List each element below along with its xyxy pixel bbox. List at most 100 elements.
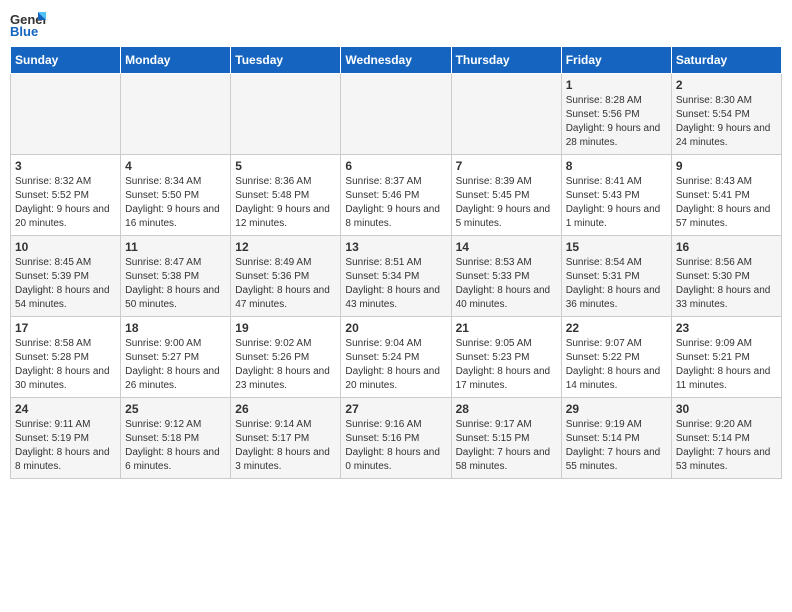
day-number: 28 [456, 402, 557, 416]
day-number: 4 [125, 159, 226, 173]
calendar-cell: 19Sunrise: 9:02 AM Sunset: 5:26 PM Dayli… [231, 317, 341, 398]
calendar-cell: 17 Sunrise: 8:58 AM Sunset: 5:28 PM Dayli… [11, 317, 121, 398]
day-number: 25 [125, 402, 226, 416]
day-number: 14 [456, 240, 557, 254]
calendar-cell: 27 Sunrise: 9:16 AM Sunset: 5:16 PM Dayli… [341, 398, 451, 479]
day-info: Sunrise: 9:09 AM Sunset: 5:21 PM Dayligh… [676, 337, 777, 393]
day-number: 8 [566, 159, 667, 173]
day-info: Sunrise: 8:54 AM Sunset: 5:31 PM Dayligh… [566, 256, 667, 312]
calendar-cell: 22Sunrise: 9:07 AM Sunset: 5:22 PM Dayli… [561, 317, 671, 398]
day-info: Sunrise: 8:36 AM Sunset: 5:48 PM Dayligh… [235, 175, 336, 231]
calendar-cell: 24 Sunrise: 9:11 AM Sunset: 5:19 PM Dayli… [11, 398, 121, 479]
day-number: 30 [676, 402, 777, 416]
page-header: General Blue [10, 10, 782, 40]
day-info: Sunrise: 8:45 AM Sunset: 5:39 PM Dayligh… [15, 256, 116, 312]
calendar-cell: 11 Sunrise: 8:47 AM Sunset: 5:38 PM Dayli… [121, 236, 231, 317]
day-info: Sunrise: 8:51 AM Sunset: 5:34 PM Dayligh… [345, 256, 446, 312]
week-row-2: 10 Sunrise: 8:45 AM Sunset: 5:39 PM Dayli… [11, 236, 782, 317]
day-info: Sunrise: 8:37 AM Sunset: 5:46 PM Dayligh… [345, 175, 446, 231]
calendar-cell: 10 Sunrise: 8:45 AM Sunset: 5:39 PM Dayli… [11, 236, 121, 317]
calendar-cell: 2 Sunrise: 8:30 AM Sunset: 5:54 PM Daylig… [671, 74, 781, 155]
day-info: Sunrise: 9:07 AM Sunset: 5:22 PM Dayligh… [566, 337, 667, 393]
day-number: 23 [676, 321, 777, 335]
day-info: Sunrise: 8:53 AM Sunset: 5:33 PM Dayligh… [456, 256, 557, 312]
svg-text:Blue: Blue [10, 24, 38, 39]
day-number: 15 [566, 240, 667, 254]
day-info: Sunrise: 8:30 AM Sunset: 5:54 PM Dayligh… [676, 94, 777, 150]
day-info: Sunrise: 8:39 AM Sunset: 5:45 PM Dayligh… [456, 175, 557, 231]
calendar-cell: 8 Sunrise: 8:41 AM Sunset: 5:43 PM Daylig… [561, 155, 671, 236]
calendar-cell: 13 Sunrise: 8:51 AM Sunset: 5:34 PM Dayli… [341, 236, 451, 317]
calendar-cell: 18 Sunrise: 9:00 AM Sunset: 5:27 PM Dayli… [121, 317, 231, 398]
calendar-cell: 1Sunrise: 8:28 AM Sunset: 5:56 PM Daylig… [561, 74, 671, 155]
day-info: Sunrise: 9:02 AM Sunset: 5:26 PM Dayligh… [235, 337, 336, 393]
calendar-cell: 30 Sunrise: 9:20 AM Sunset: 5:14 PM Dayli… [671, 398, 781, 479]
day-info: Sunrise: 8:49 AM Sunset: 5:36 PM Dayligh… [235, 256, 336, 312]
calendar-cell: 16 Sunrise: 8:56 AM Sunset: 5:30 PM Dayli… [671, 236, 781, 317]
day-info: Sunrise: 8:28 AM Sunset: 5:56 PM Dayligh… [566, 94, 667, 150]
weekday-sunday: Sunday [11, 47, 121, 74]
weekday-wednesday: Wednesday [341, 47, 451, 74]
calendar-cell: 3 Sunrise: 8:32 AM Sunset: 5:52 PM Daylig… [11, 155, 121, 236]
day-info: Sunrise: 9:14 AM Sunset: 5:17 PM Dayligh… [235, 418, 336, 474]
weekday-header-row: SundayMondayTuesdayWednesdayThursdayFrid… [11, 47, 782, 74]
day-info: Sunrise: 9:19 AM Sunset: 5:14 PM Dayligh… [566, 418, 667, 474]
day-info: Sunrise: 8:34 AM Sunset: 5:50 PM Dayligh… [125, 175, 226, 231]
day-number: 20 [345, 321, 446, 335]
week-row-0: 1Sunrise: 8:28 AM Sunset: 5:56 PM Daylig… [11, 74, 782, 155]
calendar-cell: 28 Sunrise: 9:17 AM Sunset: 5:15 PM Dayli… [451, 398, 561, 479]
calendar-cell: 12 Sunrise: 8:49 AM Sunset: 5:36 PM Dayli… [231, 236, 341, 317]
day-number: 7 [456, 159, 557, 173]
day-number: 18 [125, 321, 226, 335]
weekday-thursday: Thursday [451, 47, 561, 74]
calendar-cell: 7 Sunrise: 8:39 AM Sunset: 5:45 PM Daylig… [451, 155, 561, 236]
day-number: 11 [125, 240, 226, 254]
day-number: 27 [345, 402, 446, 416]
day-number: 5 [235, 159, 336, 173]
calendar-cell: 15 Sunrise: 8:54 AM Sunset: 5:31 PM Dayli… [561, 236, 671, 317]
day-info: Sunrise: 8:56 AM Sunset: 5:30 PM Dayligh… [676, 256, 777, 312]
day-info: Sunrise: 8:47 AM Sunset: 5:38 PM Dayligh… [125, 256, 226, 312]
calendar-cell [121, 74, 231, 155]
day-number: 16 [676, 240, 777, 254]
weekday-friday: Friday [561, 47, 671, 74]
day-number: 12 [235, 240, 336, 254]
day-number: 10 [15, 240, 116, 254]
day-info: Sunrise: 9:16 AM Sunset: 5:16 PM Dayligh… [345, 418, 446, 474]
day-info: Sunrise: 8:41 AM Sunset: 5:43 PM Dayligh… [566, 175, 667, 231]
calendar-cell: 14 Sunrise: 8:53 AM Sunset: 5:33 PM Dayli… [451, 236, 561, 317]
calendar-body: 1Sunrise: 8:28 AM Sunset: 5:56 PM Daylig… [11, 74, 782, 479]
calendar-cell [231, 74, 341, 155]
week-row-4: 24 Sunrise: 9:11 AM Sunset: 5:19 PM Dayli… [11, 398, 782, 479]
day-info: Sunrise: 9:20 AM Sunset: 5:14 PM Dayligh… [676, 418, 777, 474]
day-info: Sunrise: 9:11 AM Sunset: 5:19 PM Dayligh… [15, 418, 116, 474]
calendar-cell: 5 Sunrise: 8:36 AM Sunset: 5:48 PM Daylig… [231, 155, 341, 236]
weekday-monday: Monday [121, 47, 231, 74]
day-number: 24 [15, 402, 116, 416]
day-info: Sunrise: 8:43 AM Sunset: 5:41 PM Dayligh… [676, 175, 777, 231]
day-number: 9 [676, 159, 777, 173]
day-number: 17 [15, 321, 116, 335]
day-number: 13 [345, 240, 446, 254]
calendar-table: SundayMondayTuesdayWednesdayThursdayFrid… [10, 46, 782, 479]
week-row-3: 17 Sunrise: 8:58 AM Sunset: 5:28 PM Dayli… [11, 317, 782, 398]
day-number: 21 [456, 321, 557, 335]
weekday-saturday: Saturday [671, 47, 781, 74]
logo: General Blue [10, 10, 46, 40]
calendar-cell: 21Sunrise: 9:05 AM Sunset: 5:23 PM Dayli… [451, 317, 561, 398]
day-info: Sunrise: 9:00 AM Sunset: 5:27 PM Dayligh… [125, 337, 226, 393]
calendar-cell: 26Sunrise: 9:14 AM Sunset: 5:17 PM Dayli… [231, 398, 341, 479]
day-info: Sunrise: 9:17 AM Sunset: 5:15 PM Dayligh… [456, 418, 557, 474]
calendar-cell: 23 Sunrise: 9:09 AM Sunset: 5:21 PM Dayli… [671, 317, 781, 398]
day-number: 3 [15, 159, 116, 173]
calendar-cell: 25 Sunrise: 9:12 AM Sunset: 5:18 PM Dayli… [121, 398, 231, 479]
calendar-cell: 9 Sunrise: 8:43 AM Sunset: 5:41 PM Daylig… [671, 155, 781, 236]
logo-icon: General Blue [10, 10, 46, 40]
day-info: Sunrise: 9:12 AM Sunset: 5:18 PM Dayligh… [125, 418, 226, 474]
day-info: Sunrise: 8:32 AM Sunset: 5:52 PM Dayligh… [15, 175, 116, 231]
day-number: 2 [676, 78, 777, 92]
day-info: Sunrise: 8:58 AM Sunset: 5:28 PM Dayligh… [15, 337, 116, 393]
calendar-cell: 6Sunrise: 8:37 AM Sunset: 5:46 PM Daylig… [341, 155, 451, 236]
calendar-cell [11, 74, 121, 155]
calendar-cell: 4 Sunrise: 8:34 AM Sunset: 5:50 PM Daylig… [121, 155, 231, 236]
